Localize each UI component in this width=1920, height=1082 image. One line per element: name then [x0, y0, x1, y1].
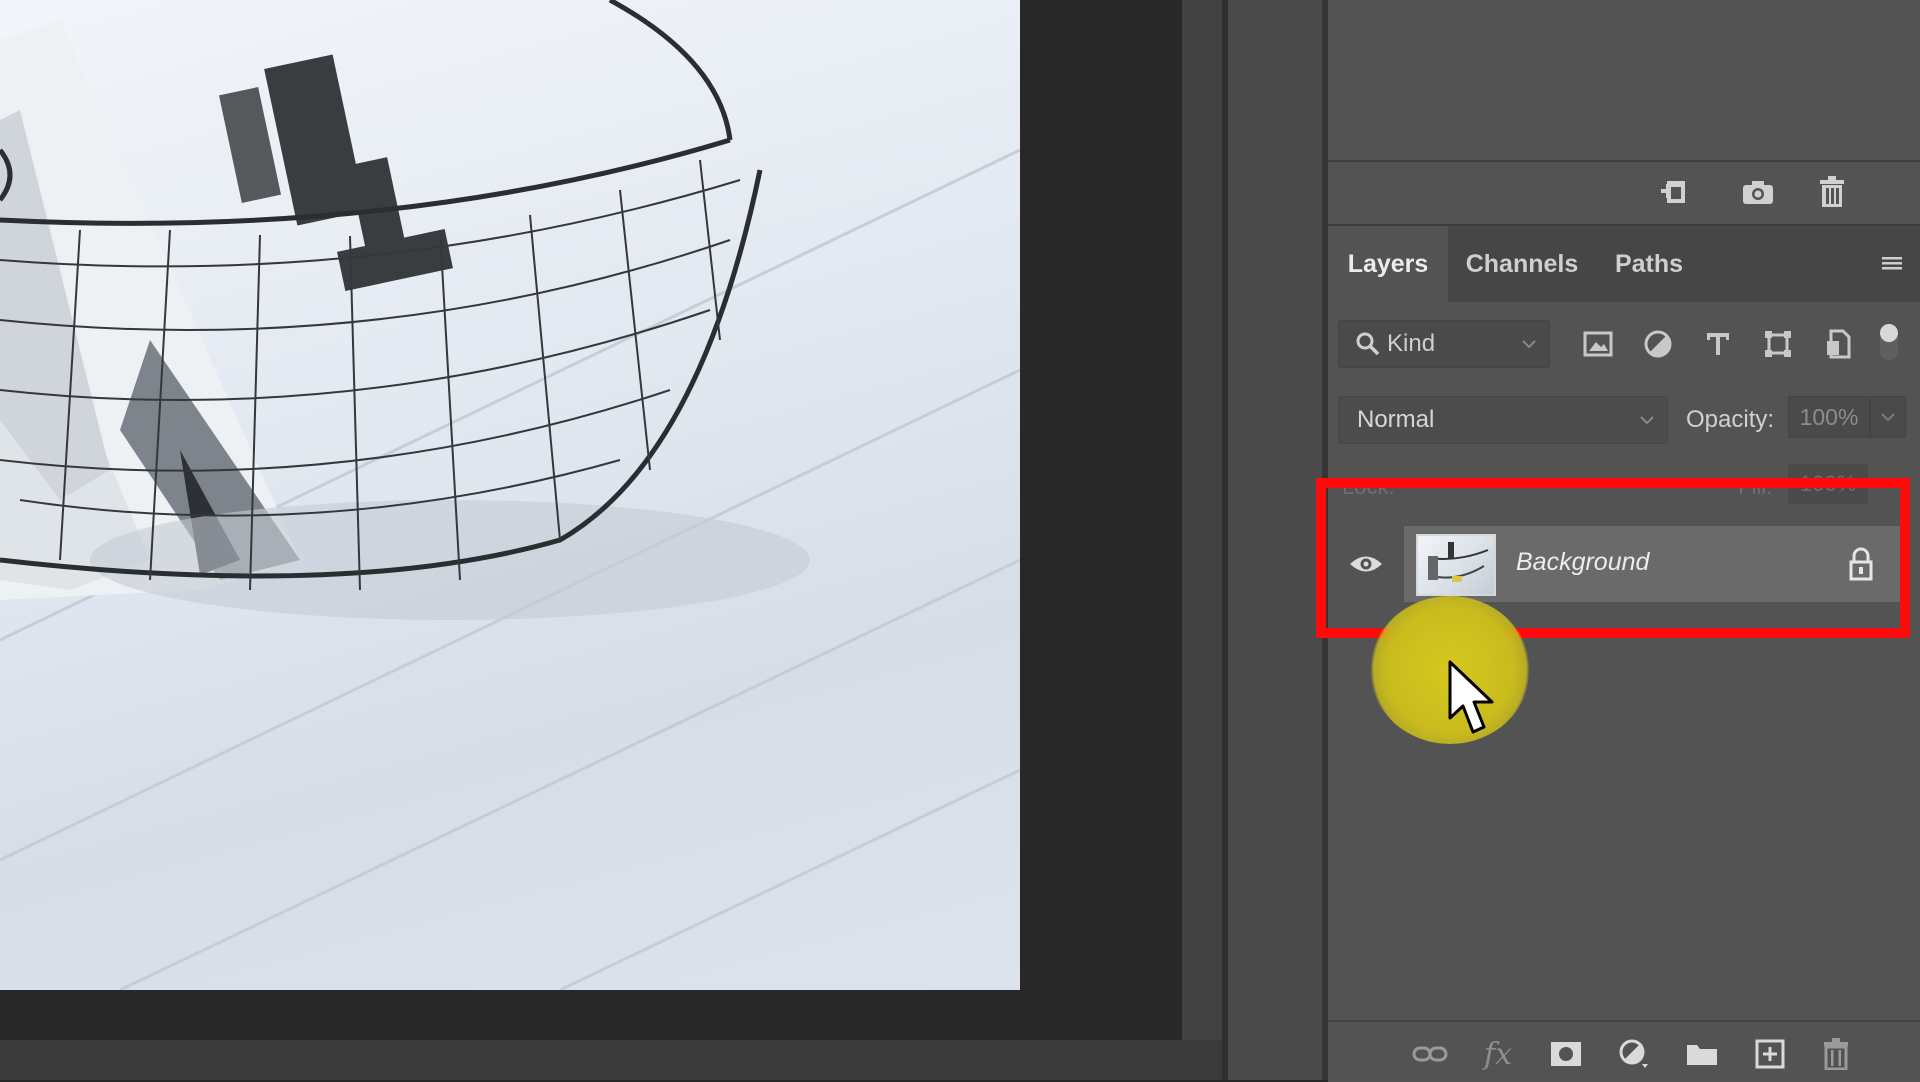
- tab-paths[interactable]: Paths: [1596, 226, 1702, 302]
- blend-mode-dropdown[interactable]: Normal: [1338, 396, 1668, 444]
- camera-snapshot-icon[interactable]: [1738, 172, 1778, 212]
- history-panel-toolbar: [1328, 162, 1920, 226]
- adjustment-filter-icon[interactable]: [1636, 322, 1680, 366]
- blend-opacity-row: Normal Opacity: 100%: [1328, 378, 1920, 450]
- link-layers-icon[interactable]: [1408, 1032, 1452, 1076]
- opacity-value: 100%: [1799, 403, 1859, 430]
- tab-layers[interactable]: Layers: [1328, 226, 1448, 302]
- filter-toggle-knob: [1880, 324, 1898, 342]
- layer-filter-row: Kind: [1328, 302, 1920, 378]
- fx-text: fx: [1483, 1036, 1513, 1072]
- status-bar: [0, 1040, 1222, 1080]
- hamburger-menu-icon[interactable]: [1876, 250, 1906, 278]
- filter-kind-dropdown[interactable]: Kind: [1338, 320, 1550, 368]
- new-layer-icon[interactable]: [1748, 1032, 1792, 1076]
- search-icon: [1355, 331, 1381, 357]
- tab-channels[interactable]: Channels: [1448, 226, 1596, 302]
- history-panel-list: [1328, 0, 1920, 162]
- trash-icon[interactable]: [1812, 172, 1852, 212]
- tab-layers-label: Layers: [1347, 249, 1429, 278]
- document-image[interactable]: [0, 0, 1020, 990]
- group-folder-icon[interactable]: [1680, 1032, 1724, 1076]
- photo-basket-artwork: [0, 0, 1020, 990]
- chevron-down-icon: [1521, 338, 1537, 350]
- smart-object-filter-icon[interactable]: [1816, 322, 1860, 366]
- tab-channels-label: Channels: [1465, 249, 1579, 278]
- opacity-dropdown-arrow[interactable]: [1870, 396, 1906, 438]
- collapsed-panel-dock: [1228, 0, 1326, 1080]
- add-mask-icon[interactable]: [1544, 1032, 1588, 1076]
- new-document-from-state-icon[interactable]: [1654, 172, 1694, 212]
- mouse-cursor-icon: [1446, 660, 1506, 740]
- opacity-input[interactable]: 100%: [1788, 396, 1870, 438]
- fx-icon[interactable]: fx: [1476, 1032, 1520, 1076]
- canvas-scroll-gutter: [1182, 0, 1222, 1040]
- filter-toggle-switch[interactable]: [1880, 324, 1898, 360]
- image-filter-icon[interactable]: [1576, 322, 1620, 366]
- chevron-down-icon: [1639, 414, 1655, 426]
- layers-bottom-toolbar: fx: [1328, 1020, 1920, 1082]
- layers-panel-tabs: Layers Channels Paths: [1328, 226, 1920, 302]
- tab-paths-label: Paths: [1614, 249, 1684, 278]
- adjustment-layer-icon[interactable]: [1612, 1032, 1656, 1076]
- opacity-label: Opacity:: [1686, 406, 1775, 433]
- blend-mode-value: Normal: [1357, 406, 1435, 433]
- delete-layer-icon[interactable]: [1814, 1032, 1858, 1076]
- shape-filter-icon[interactable]: [1756, 322, 1800, 366]
- type-filter-icon[interactable]: [1696, 322, 1740, 366]
- document-canvas-area[interactable]: [0, 0, 1182, 1040]
- filter-kind-label: Kind: [1387, 330, 1436, 357]
